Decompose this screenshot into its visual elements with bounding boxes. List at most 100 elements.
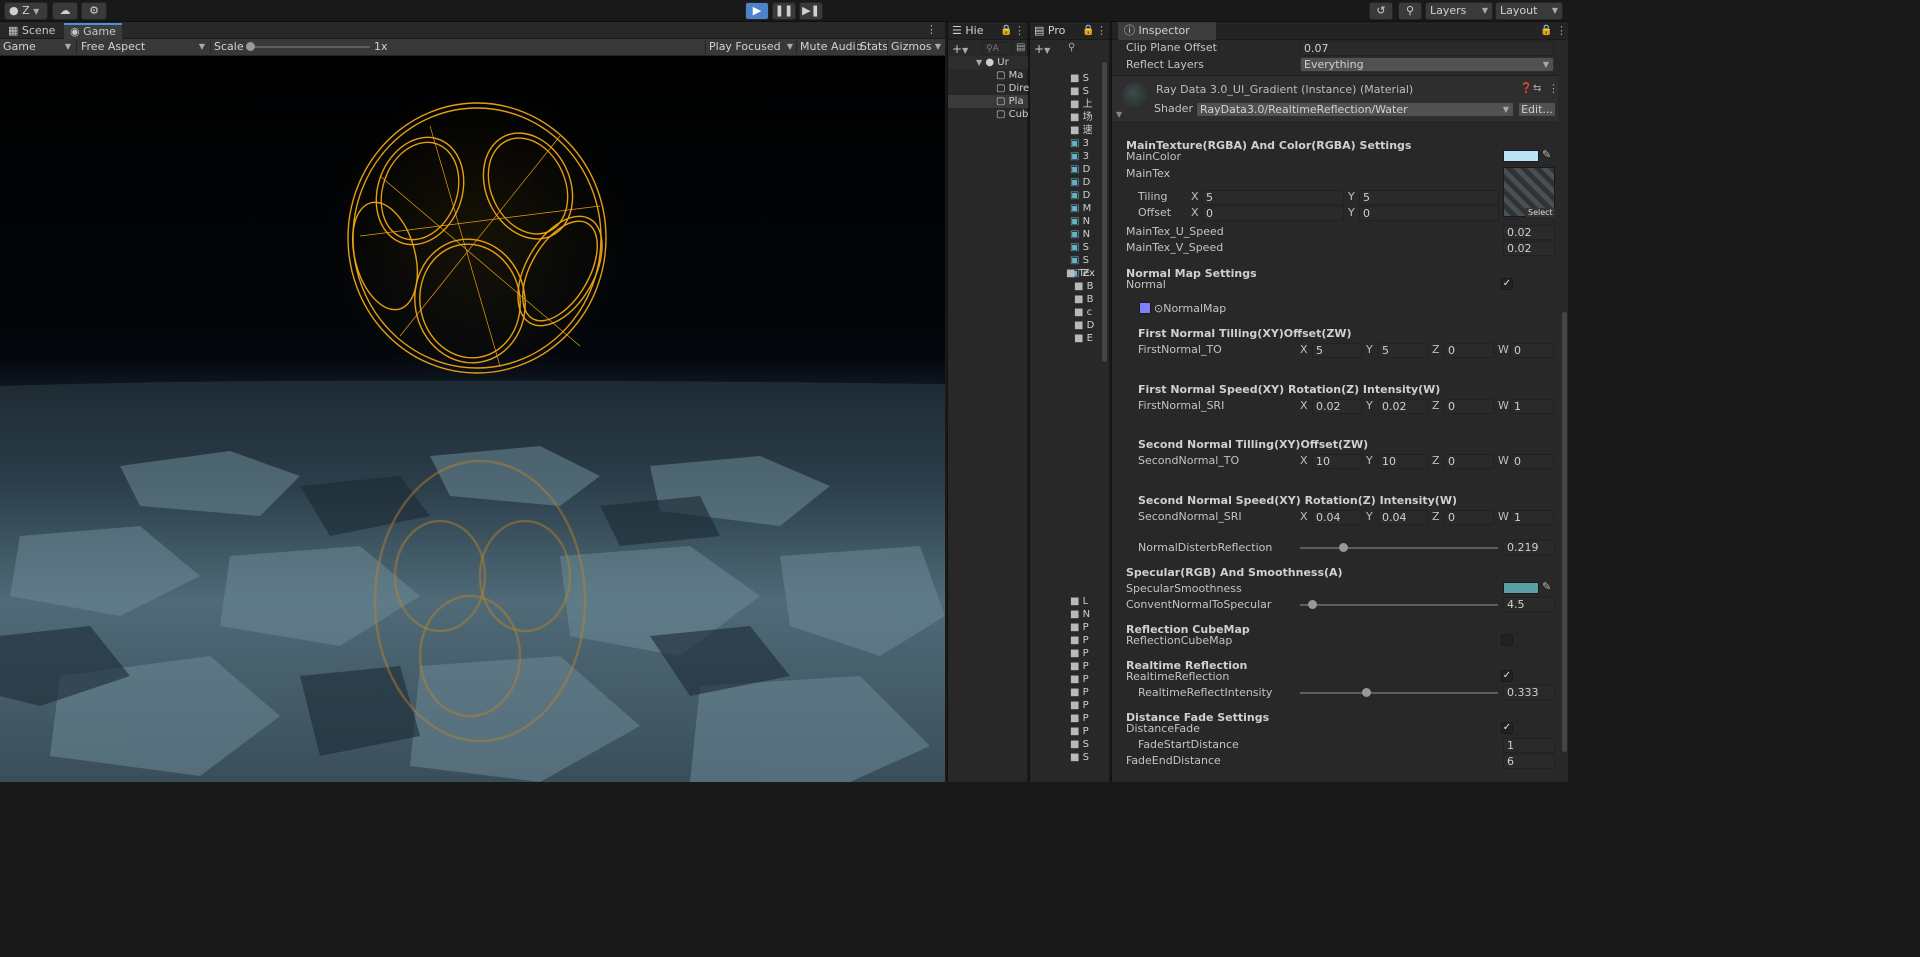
spec-color-swatch[interactable] <box>1503 582 1539 594</box>
add-button[interactable]: +▼ <box>1034 42 1050 56</box>
disturb-field[interactable]: 0.219 <box>1503 540 1555 555</box>
tiling-y-field[interactable]: 5 <box>1359 190 1499 205</box>
project-item[interactable]: ▣ 3 <box>1030 150 1089 163</box>
project-item[interactable]: ■ 场 <box>1030 111 1093 124</box>
scale-slider[interactable] <box>248 46 370 48</box>
layout-dropdown[interactable]: Layout ▼ <box>1495 2 1563 20</box>
project-item[interactable]: ■ S <box>1030 72 1089 85</box>
reflect-intensity-slider[interactable] <box>1300 692 1498 694</box>
disturb-slider[interactable] <box>1300 547 1498 549</box>
disturb-slider-handle[interactable] <box>1339 543 1349 552</box>
play-button[interactable]: ▶ <box>745 2 769 20</box>
project-item[interactable]: ▣ N <box>1030 215 1090 228</box>
preset-icon[interactable]: ⇆ <box>1533 83 1541 94</box>
project-item[interactable]: ▣ D <box>1030 163 1090 176</box>
inspector-scrollbar[interactable] <box>1562 312 1567 752</box>
account-dropdown[interactable]: ● Z ▼ <box>4 2 48 20</box>
project-item[interactable]: ■ S <box>1030 85 1089 98</box>
more-options-icon[interactable]: ⋮ <box>1548 82 1559 95</box>
tab-scene[interactable]: ▦ Scene <box>2 23 62 39</box>
lock-icon[interactable]: 🔒 <box>1000 25 1012 36</box>
project-item[interactable]: ■ P <box>1030 647 1089 660</box>
display-dropdown[interactable]: Game ▼ <box>3 39 75 55</box>
project-item[interactable]: ▣ D <box>1030 176 1090 189</box>
collab-button[interactable]: ⚙ <box>81 2 107 20</box>
vector-w-field[interactable]: 0 <box>1510 343 1554 358</box>
project-item[interactable]: ■ P <box>1030 699 1089 712</box>
normal-checkbox[interactable]: ✓ <box>1501 278 1513 290</box>
vector-y-field[interactable]: 5 <box>1378 343 1428 358</box>
project-scrollbar[interactable] <box>1102 62 1107 362</box>
vector-y-field[interactable]: 0.02 <box>1378 399 1428 414</box>
vector-z-field[interactable]: 0 <box>1444 454 1494 469</box>
project-item[interactable]: ▣ M <box>1030 202 1091 215</box>
reflect-intensity-slider-handle[interactable] <box>1361 688 1371 697</box>
search-icon[interactable]: ⚲ <box>1068 42 1075 53</box>
project-item[interactable]: ■ S <box>1030 751 1089 764</box>
edit-shader-button[interactable]: Edit... <box>1518 102 1556 117</box>
project-item[interactable]: ■ P <box>1030 725 1089 738</box>
project-item[interactable]: ■ D <box>1030 319 1094 332</box>
vector-y-field[interactable]: 0.04 <box>1378 510 1428 525</box>
more-options-icon[interactable]: ⋮ <box>926 23 937 36</box>
help-icon[interactable]: ❓ <box>1520 83 1532 94</box>
vector-x-field[interactable]: 5 <box>1312 343 1362 358</box>
project-item[interactable]: ■ P <box>1030 686 1089 699</box>
vector-w-field[interactable]: 0 <box>1510 454 1554 469</box>
vector-z-field[interactable]: 0 <box>1444 510 1494 525</box>
vector-x-field[interactable]: 0.02 <box>1312 399 1362 414</box>
step-button[interactable]: ▶❚ <box>799 2 823 20</box>
tab-inspector[interactable]: ⓘ Inspector <box>1118 22 1216 40</box>
vector-w-field[interactable]: 1 <box>1510 399 1554 414</box>
fade-start-field[interactable]: 1 <box>1503 738 1555 753</box>
tab-game[interactable]: ◉ Game <box>64 23 122 39</box>
scale-slider-handle[interactable] <box>246 42 255 51</box>
more-options-icon[interactable]: ⋮ <box>1096 24 1107 37</box>
project-item[interactable]: ▣ D <box>1030 189 1090 202</box>
search-button[interactable]: ⚲ <box>1398 2 1422 20</box>
convert-slider-handle[interactable] <box>1307 600 1317 609</box>
convert-field[interactable]: 4.5 <box>1503 597 1555 612</box>
eyedropper-icon[interactable]: ✎ <box>1542 580 1551 593</box>
project-item[interactable]: ■ E <box>1030 332 1093 345</box>
vector-z-field[interactable]: 0 <box>1444 343 1494 358</box>
hierarchy-item[interactable]: ▢ Ma <box>948 69 1023 82</box>
fade-end-field[interactable]: 6 <box>1503 754 1555 769</box>
project-item[interactable]: ■ P <box>1030 712 1089 725</box>
game-viewport[interactable] <box>0 56 945 782</box>
stats-button[interactable]: Stats <box>860 39 888 55</box>
project-item[interactable]: ▣ 3 <box>1030 137 1089 150</box>
project-item[interactable]: ■ N <box>1030 608 1090 621</box>
tiling-x-field[interactable]: 5 <box>1202 190 1344 205</box>
vector-z-field[interactable]: 0 <box>1444 399 1494 414</box>
offset-x-field[interactable]: 0 <box>1202 206 1344 221</box>
project-item[interactable]: ■ B <box>1030 293 1094 306</box>
normal-map-label[interactable]: ⊙NormalMap <box>1154 302 1226 316</box>
project-item[interactable]: ▣ S <box>1030 241 1089 254</box>
project-item[interactable]: ■ L <box>1030 595 1088 608</box>
offset-y-field[interactable]: 0 <box>1359 206 1499 221</box>
project-item[interactable]: ■ 速 <box>1030 124 1093 137</box>
hierarchy-search-input[interactable]: ⚲A <box>982 42 1012 55</box>
u-speed-field[interactable]: 0.02 <box>1503 225 1555 240</box>
cubemap-checkbox[interactable] <box>1501 634 1513 646</box>
hierarchy-scene-row[interactable]: ▼ ● Ur <box>948 56 1028 69</box>
chevron-down-icon[interactable]: ▼ <box>1116 110 1122 119</box>
add-button[interactable]: +▼ <box>952 42 968 56</box>
vector-x-field[interactable]: 10 <box>1312 454 1362 469</box>
reflect-layers-dropdown[interactable]: Everything ▼ <box>1300 57 1554 72</box>
vector-y-field[interactable]: 10 <box>1378 454 1428 469</box>
project-item[interactable]: ■ P <box>1030 660 1089 673</box>
aspect-dropdown[interactable]: Free Aspect ▼ <box>81 39 209 55</box>
filter-icon[interactable]: ▤ <box>1016 42 1025 53</box>
gizmos-dropdown[interactable]: Gizmos ▼ <box>891 39 943 55</box>
reflect-intensity-field[interactable]: 0.333 <box>1503 685 1555 700</box>
select-button[interactable]: Select <box>1526 208 1555 217</box>
lock-icon[interactable]: 🔒 <box>1540 25 1552 36</box>
v-speed-field[interactable]: 0.02 <box>1503 241 1555 256</box>
project-item[interactable]: ■ 上 <box>1030 98 1093 111</box>
normal-map-thumbnail[interactable] <box>1139 302 1151 314</box>
project-item[interactable]: ■ P <box>1030 621 1089 634</box>
clip-plane-offset-field[interactable]: 0.07 <box>1300 41 1554 56</box>
realtime-checkbox[interactable]: ✓ <box>1501 670 1513 682</box>
